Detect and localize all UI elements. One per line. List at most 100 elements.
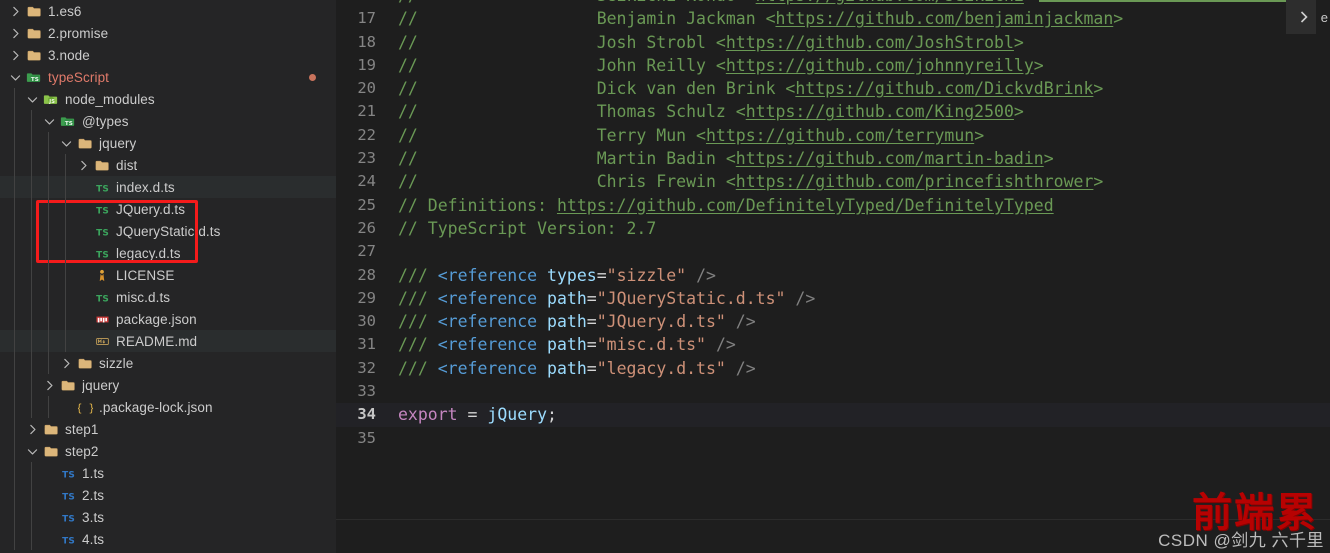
code-line[interactable]: 32 /// <reference path="legacy.d.ts" /> [336, 357, 1330, 380]
sidebar-item-license[interactable]: LICENSE [0, 264, 336, 286]
code-line[interactable]: 35 [336, 427, 1330, 450]
code-link[interactable]: https://github.com/johnnyreilly [726, 56, 1034, 75]
code-line[interactable]: 30 /// <reference path="JQuery.d.ts" /> [336, 310, 1330, 333]
sidebar-item-2-ts[interactable]: TS 2.ts [0, 484, 336, 506]
line-content[interactable] [398, 240, 1330, 263]
code-link[interactable]: https://github.com/King2500 [746, 102, 1014, 121]
sidebar-item-jquery-d-ts[interactable]: TS JQuery.d.ts [0, 198, 336, 220]
tab-stub[interactable]: e [1315, 0, 1330, 34]
code-line[interactable]: 34 export = jQuery; [336, 403, 1330, 427]
sidebar-item-readme-md[interactable]: README.md [0, 330, 336, 352]
line-content[interactable] [398, 427, 1330, 450]
sidebar-item-package-lock-json[interactable]: { } .package-lock.json [0, 396, 336, 418]
sidebar-item-types[interactable]: TS @types [0, 110, 336, 132]
chevron-right-icon[interactable] [24, 418, 40, 440]
line-content[interactable]: /// <reference path="JQueryStatic.d.ts" … [398, 287, 1330, 310]
sidebar-item-sizzle[interactable]: sizzle [0, 352, 336, 374]
code-line[interactable]: 19 // John Reilly <https://github.com/joh… [336, 54, 1330, 77]
sidebar-item-4-ts[interactable]: TS 4.ts [0, 528, 336, 550]
chevron-down-icon[interactable] [24, 88, 40, 110]
code-line[interactable]: 33 [336, 380, 1330, 403]
code-line[interactable]: 23 // Martin Badin <https://github.com/ma… [336, 147, 1330, 170]
sidebar-item-legacy-d-ts[interactable]: TS legacy.d.ts [0, 242, 336, 264]
code-token: // [398, 149, 597, 169]
code-line[interactable]: 28 /// <reference types="sizzle" /> [336, 264, 1330, 287]
code-line[interactable]: 27 [336, 240, 1330, 263]
line-content[interactable]: /// <reference types="sizzle" /> [398, 264, 1330, 287]
code-line[interactable]: 18 // Josh Strobl <https://github.com/Jos… [336, 31, 1330, 54]
code-link[interactable]: https://github.com/benjaminjackman [776, 9, 1114, 28]
code-line[interactable]: 22 // Terry Mun <https://github.com/terry… [336, 124, 1330, 147]
code-token: path [547, 335, 587, 355]
code-line[interactable]: 26 // TypeScript Version: 2.7 [336, 217, 1330, 240]
line-content[interactable]: // John Reilly <https://github.com/johnn… [398, 54, 1330, 77]
chevron-right-icon[interactable] [75, 154, 91, 176]
code-link[interactable]: https://github.com/DefinitelyTyped/Defin… [557, 196, 1054, 215]
code-line[interactable]: 25 // Definitions: https://github.com/Def… [336, 194, 1330, 217]
line-content[interactable]: // Josh Strobl <https://github.com/JoshS… [398, 31, 1330, 54]
code-line[interactable]: 24 // Chris Frewin <https://github.com/pr… [336, 170, 1330, 193]
sidebar-item-index-d-ts[interactable]: TS index.d.ts [0, 176, 336, 198]
chevron-down-icon[interactable] [24, 440, 40, 462]
sidebar-item-step1[interactable]: step1 [0, 418, 336, 440]
chevron-right-icon[interactable] [1292, 10, 1316, 24]
code-link[interactable]: https://github.com/JoshStrobl [726, 33, 1014, 52]
chevron-right-icon[interactable] [41, 374, 57, 396]
code-editor[interactable]: 16// Seikichi Kondo <https://github.com/… [336, 0, 1330, 553]
chevron-right-icon[interactable] [7, 0, 23, 22]
code-line[interactable]: 21 // Thomas Schulz <https://github.com/K… [336, 100, 1330, 123]
code-link[interactable]: https://github.com/DickvdBrink [795, 79, 1093, 98]
code-line[interactable]: 17 // Benjamin Jackman <https://github.co… [336, 7, 1330, 30]
line-content[interactable]: // Definitions: https://github.com/Defin… [398, 194, 1330, 217]
sidebar-item-3-node[interactable]: 3.node [0, 44, 336, 66]
code-token: // TypeScript Version: 2.7 [398, 218, 657, 238]
sidebar-item-2-promise[interactable]: 2.promise [0, 22, 336, 44]
sidebar-item-jquery[interactable]: jquery [0, 132, 336, 154]
line-content[interactable]: // Terry Mun <https://github.com/terrymu… [398, 124, 1330, 147]
editor-topright-controls[interactable]: e [1285, 0, 1330, 34]
chevron-right-icon[interactable] [7, 22, 23, 44]
line-content[interactable]: // Chris Frewin <https://github.com/prin… [398, 170, 1330, 193]
line-content[interactable]: /// <reference path="legacy.d.ts" /> [398, 357, 1330, 380]
code-line[interactable]: 20 // Dick van den Brink <https://github.… [336, 77, 1330, 100]
chevron-down-icon[interactable] [7, 66, 23, 88]
line-content[interactable]: // Seikichi Kondo <https://github.com/se… [398, 0, 1330, 7]
chevron-down-icon[interactable] [41, 110, 57, 132]
svg-text:TS: TS [62, 470, 75, 480]
code-line[interactable]: 16// Seikichi Kondo <https://github.com/… [336, 0, 1330, 7]
modified-indicator-dot [309, 74, 316, 81]
chevron-down-icon[interactable] [58, 132, 74, 154]
sidebar-item-typescript[interactable]: TS typeScript [0, 66, 336, 88]
code-line[interactable]: 31 /// <reference path="misc.d.ts" /> [336, 333, 1330, 356]
file-explorer-sidebar[interactable]: 1.es6 2.promise 3.node TS typeScript JS node_m… [0, 0, 336, 553]
code-lines[interactable]: 16// Seikichi Kondo <https://github.com/… [336, 0, 1330, 450]
chevron-right-icon[interactable] [58, 352, 74, 374]
sidebar-item-1-es6[interactable]: 1.es6 [0, 0, 336, 22]
sidebar-item-misc-d-ts[interactable]: TS misc.d.ts [0, 286, 336, 308]
line-content[interactable]: /// <reference path="misc.d.ts" /> [398, 333, 1330, 356]
line-content[interactable]: // Martin Badin <https://github.com/mart… [398, 147, 1330, 170]
line-content[interactable]: /// <reference path="JQuery.d.ts" /> [398, 310, 1330, 333]
sidebar-item-jquery[interactable]: jquery [0, 374, 336, 396]
line-content[interactable] [398, 380, 1330, 403]
file-tree[interactable]: 1.es6 2.promise 3.node TS typeScript JS node_m… [0, 0, 336, 550]
line-content[interactable]: // Thomas Schulz <https://github.com/Kin… [398, 100, 1330, 123]
sidebar-item-dist[interactable]: dist [0, 154, 336, 176]
line-content[interactable]: // Dick van den Brink <https://github.co… [398, 77, 1330, 100]
code-token: John Reilly < [596, 55, 726, 75]
code-link[interactable]: https://github.com/terrymun [706, 126, 974, 145]
line-content[interactable]: export = jQuery; [398, 403, 1330, 426]
sidebar-item-1-ts[interactable]: TS 1.ts [0, 462, 336, 484]
line-content[interactable]: // TypeScript Version: 2.7 [398, 217, 1330, 240]
code-link[interactable]: https://github.com/seikichi [756, 0, 1024, 5]
chevron-right-icon[interactable] [7, 44, 23, 66]
code-link[interactable]: https://github.com/martin-badin [736, 149, 1044, 168]
code-link[interactable]: https://github.com/princefishthrower [736, 172, 1094, 191]
sidebar-item-package-json[interactable]: package.json [0, 308, 336, 330]
sidebar-item-3-ts[interactable]: TS 3.ts [0, 506, 336, 528]
sidebar-item-step2[interactable]: step2 [0, 440, 336, 462]
code-line[interactable]: 29 /// <reference path="JQueryStatic.d.ts… [336, 287, 1330, 310]
sidebar-item-node-modules[interactable]: JS node_modules [0, 88, 336, 110]
sidebar-item-jquerystatic-d-ts[interactable]: TS JQueryStatic.d.ts [0, 220, 336, 242]
line-content[interactable]: // Benjamin Jackman <https://github.com/… [398, 7, 1330, 30]
